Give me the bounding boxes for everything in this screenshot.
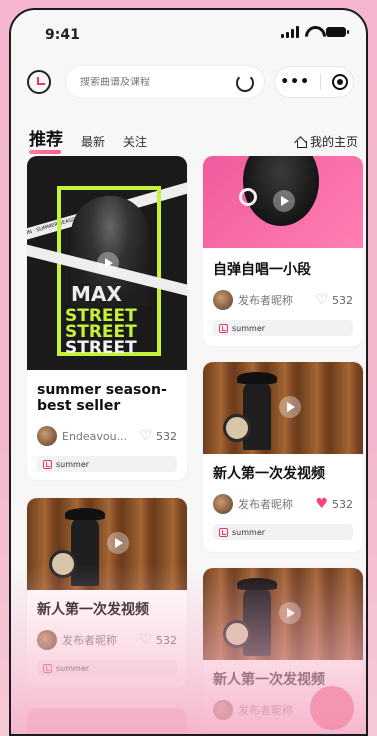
- heart-outline-icon: ♡: [315, 292, 328, 308]
- app-logo-icon[interactable]: [27, 70, 51, 94]
- card-title: 新人第一次发视频: [213, 466, 325, 482]
- status-bar: 9:41: [11, 10, 366, 54]
- banjo: [223, 620, 251, 648]
- guitarist-hat: [237, 372, 277, 384]
- home-icon: [295, 136, 307, 148]
- tab-latest[interactable]: 最新: [81, 133, 105, 154]
- like-count: 532: [332, 497, 353, 511]
- card-title: 自弹自唱一小段: [213, 262, 311, 278]
- author-name: 发布者昵称: [238, 294, 293, 307]
- play-icon[interactable]: [279, 396, 301, 418]
- status-time: 9:41: [45, 27, 80, 43]
- tag-chip[interactable]: summer: [213, 320, 353, 336]
- author-name: 发布者昵称: [238, 498, 293, 511]
- tab-following[interactable]: 关注: [123, 133, 147, 154]
- wifi-icon: [305, 26, 320, 38]
- like-count: 532: [332, 293, 353, 307]
- like-button[interactable]: ♡ 532: [139, 632, 177, 648]
- guitarist-hat: [237, 578, 277, 590]
- author-name: 发布者昵称: [238, 704, 293, 717]
- play-icon[interactable]: [273, 190, 295, 212]
- search-input[interactable]: [80, 76, 230, 88]
- close-target-icon[interactable]: [331, 74, 348, 90]
- music-tag-icon: [219, 527, 228, 537]
- phone-frame: 9:41 ••• 推荐 最新 关注 我的主页 FASHION · SUMMER: [9, 8, 368, 736]
- photo-headphone: [239, 188, 257, 206]
- card-meta: 发布者昵称 ♡ 532: [203, 290, 363, 310]
- banjo: [49, 550, 77, 578]
- avatar: [37, 426, 57, 446]
- guitarist-image: [203, 568, 363, 660]
- feed-card[interactable]: FASHION · SUMMER SEASON · BEST SELLER MA…: [27, 156, 187, 480]
- poster-word-street-3: STREET: [65, 338, 137, 358]
- avatar: [213, 494, 233, 514]
- card-title: 新人第一次发视频: [37, 602, 149, 618]
- capsule-divider: [320, 74, 322, 90]
- play-icon[interactable]: [279, 602, 301, 624]
- mini-program-capsule: •••: [274, 66, 354, 98]
- feed-card[interactable]: 自弹自唱一小段 发布者昵称 ♡ 532 summer: [203, 156, 363, 346]
- tag-label: summer: [232, 527, 266, 537]
- tag-chip[interactable]: summer: [37, 660, 177, 676]
- play-icon[interactable]: [97, 252, 119, 274]
- heart-outline-icon: ♡: [139, 428, 152, 444]
- card-meta: Endeavou... ♡ 532: [27, 426, 187, 446]
- like-button[interactable]: ♡ 532: [315, 292, 353, 308]
- search-bar: •••: [21, 62, 356, 102]
- guitarist-figure: [71, 516, 99, 586]
- card-title: 新人第一次发视频: [213, 672, 325, 688]
- poster-image: FASHION · SUMMER SEASON · BEST SELLER MA…: [27, 156, 187, 370]
- like-button[interactable]: ♥ 532: [315, 496, 353, 512]
- tag-label: summer: [56, 663, 90, 673]
- card-meta: 发布者昵称 ♥ 532: [203, 494, 363, 514]
- author-name: Endeavou...: [62, 429, 128, 443]
- feed-tabs: 推荐 最新 关注 我的主页: [29, 124, 358, 154]
- music-tag-icon: [43, 459, 52, 469]
- tag-label: summer: [232, 323, 266, 333]
- guitarist-figure: [243, 586, 271, 656]
- music-tag-icon: [219, 323, 228, 333]
- more-icon[interactable]: •••: [280, 74, 310, 90]
- floating-action-button[interactable]: [310, 686, 354, 730]
- avatar: [213, 700, 233, 720]
- tab-recommend[interactable]: 推荐: [29, 125, 63, 154]
- guitarist-figure: [243, 380, 271, 450]
- guitarist-image: [203, 362, 363, 454]
- avatar: [213, 290, 233, 310]
- feed-card[interactable]: [27, 708, 187, 734]
- like-count: 532: [156, 429, 177, 443]
- feed-card[interactable]: 新人第一次发视频 发布者昵称 ♥ 532 summer: [203, 362, 363, 552]
- music-tag-icon: [43, 663, 52, 673]
- tag-label: summer: [56, 459, 90, 469]
- play-icon[interactable]: [107, 532, 129, 554]
- tag-chip[interactable]: summer: [213, 524, 353, 540]
- heart-outline-icon: ♡: [139, 632, 152, 648]
- like-button[interactable]: ♡ 532: [139, 428, 177, 444]
- guitarist-image: [27, 498, 187, 590]
- poster-word-max: MAX: [71, 282, 122, 306]
- banjo: [223, 414, 251, 442]
- signal-icon: [281, 26, 299, 38]
- battery-icon: [326, 27, 349, 37]
- author-name: 发布者昵称: [62, 634, 117, 647]
- card-meta: 发布者昵称 ♡ 532: [27, 630, 187, 650]
- my-homepage-label: 我的主页: [309, 135, 358, 149]
- like-count: 532: [156, 633, 177, 647]
- my-homepage-link[interactable]: 我的主页: [295, 133, 358, 154]
- tag-chip[interactable]: summer: [37, 456, 177, 472]
- heart-filled-icon: ♥: [315, 496, 328, 512]
- feed-card[interactable]: 新人第一次发视频 发布者昵称 ♡ 532 summer: [27, 498, 187, 688]
- avatar: [37, 630, 57, 650]
- scan-icon[interactable]: [236, 74, 254, 92]
- photo-image: [203, 156, 363, 248]
- card-title: summer season-best seller: [37, 382, 167, 414]
- guitarist-hat: [65, 508, 105, 520]
- search-field[interactable]: [65, 65, 265, 99]
